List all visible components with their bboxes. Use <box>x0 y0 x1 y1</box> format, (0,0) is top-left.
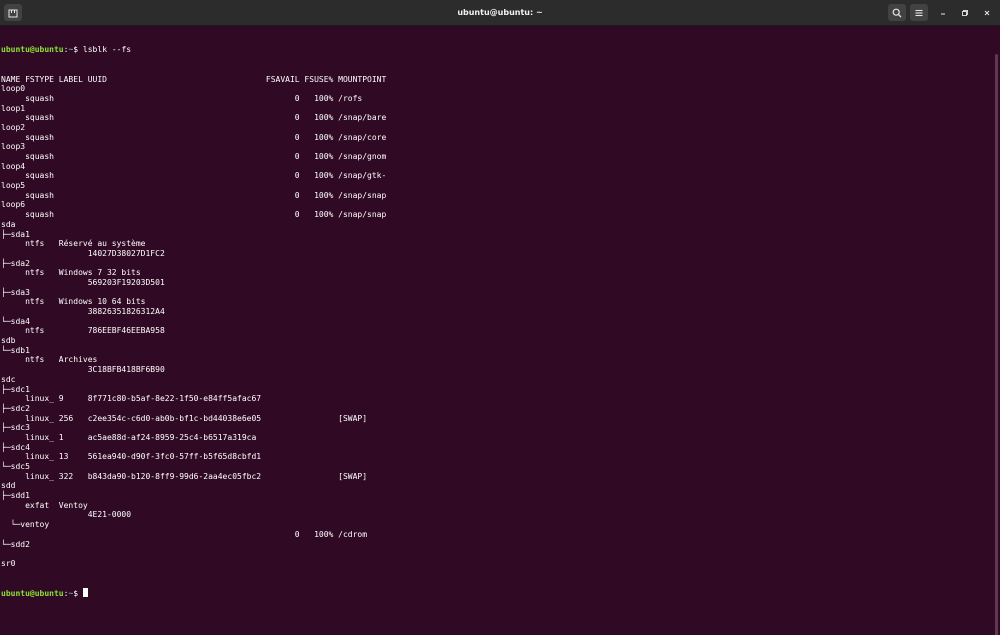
output-line: loop6 <box>1 200 26 210</box>
output-line: squash 0 100% /snap/bare <box>1 113 387 123</box>
output-line: ├─sdd1 <box>1 491 30 501</box>
output-line: squash 0 100% /snap/snap <box>1 190 387 200</box>
output-line: 38826351826312A4 <box>1 307 165 316</box>
output-line: squash 0 100% /snap/core <box>1 132 387 142</box>
output-line: └─sdb1 <box>1 345 30 355</box>
output-line: linux_ 1 ac5ae88d-af24-8959-25c4-b6517a3… <box>1 432 257 442</box>
close-button[interactable] <box>978 4 996 21</box>
output-line: squash 0 100% /rofs <box>1 93 363 103</box>
output-line: loop5 <box>1 181 26 191</box>
output-line: ├─sdc3 <box>1 423 30 433</box>
output-line: ntfs Windows 10 64 bits <box>1 297 146 307</box>
output-line: linux_ 9 8f771c80-b5af-8e22-1f50-e84ff5a… <box>1 394 262 404</box>
minimize-button[interactable] <box>934 4 952 21</box>
search-button[interactable] <box>888 4 906 21</box>
output-line: └─sdd2 <box>1 539 30 549</box>
output-line: sdd <box>1 481 16 491</box>
output-line: sdb <box>1 336 16 346</box>
output-line: sda <box>1 219 16 229</box>
hamburger-menu-icon <box>914 8 924 18</box>
prompt-symbol: $ <box>73 45 83 55</box>
output-line: sdc <box>1 374 16 384</box>
output-line: ntfs Windows 7 32 bits <box>1 268 141 278</box>
command-output: NAME FSTYPE LABEL UUID FSAVAIL FSUSE% MO… <box>0 75 992 569</box>
close-icon <box>982 8 992 18</box>
output-line: NAME FSTYPE LABEL UUID FSAVAIL FSUSE% MO… <box>1 74 387 84</box>
output-line: └─ventoy <box>1 520 50 530</box>
output-line: ntfs Réservé au système <box>1 239 146 249</box>
output-line: exfat Ventoy <box>1 500 88 510</box>
command-text: lsblk --fs <box>82 45 132 55</box>
output-line: ├─sda2 <box>1 258 30 268</box>
output-line: ntfs 786EEBF46EEBA958 <box>1 326 165 336</box>
text-cursor <box>82 587 88 597</box>
command-line: ubuntu@ubuntu:~$ lsblk --fs <box>0 45 992 55</box>
output-line: ntfs Archives <box>1 355 98 365</box>
search-icon <box>892 8 902 18</box>
output-line: squash 0 100% /snap/gnom <box>1 152 387 161</box>
prompt-user-host: ubuntu@ubuntu <box>1 588 64 598</box>
output-line: ├─sda1 <box>1 229 30 239</box>
scrollbar[interactable] <box>992 26 1000 635</box>
output-line: ├─sdc4 <box>1 442 30 452</box>
output-line: loop4 <box>1 161 26 171</box>
output-line: 14027D38027D1FC2 <box>1 248 165 258</box>
output-line: 4E21-0000 <box>1 510 132 520</box>
scrollbar-thumb[interactable] <box>995 54 998 635</box>
output-line: linux_ 322 b843da90-b120-8ff9-99d6-2aa4e… <box>1 471 368 481</box>
active-prompt-line[interactable]: ubuntu@ubuntu:~$ <box>0 587 992 598</box>
prompt-user-host: ubuntu@ubuntu <box>1 45 64 55</box>
output-line: ├─sdc2 <box>1 403 30 413</box>
output-line: sr0 <box>1 558 16 568</box>
output-line: 3C18BFB418BF6B90 <box>1 365 165 375</box>
output-line: loop2 <box>1 122 26 132</box>
title-bar: ubuntu@ubuntu: ~ <box>0 0 1000 26</box>
output-line: loop3 <box>1 142 26 152</box>
window-title: ubuntu@ubuntu: ~ <box>457 8 543 17</box>
menu-button[interactable] <box>910 4 928 21</box>
output-line: ├─sda3 <box>1 287 30 297</box>
terminal-window: ubuntu@ubuntu: ~ ubuntu@ubuntu:~$ lsblk … <box>0 0 1000 635</box>
output-line: └─sdc5 <box>1 462 30 471</box>
output-line: squash 0 100% /snap/gtk- <box>1 171 387 181</box>
output-line: squash 0 100% /snap/snap <box>1 210 387 220</box>
output-line: ├─sdc1 <box>1 384 30 394</box>
prompt-symbol: $ <box>73 588 83 598</box>
terminal-output[interactable]: ubuntu@ubuntu:~$ lsblk --fs NAME FSTYPE … <box>0 26 992 635</box>
maximize-button[interactable] <box>956 4 974 21</box>
output-line: linux_ 13 561ea940-d90f-3fc0-57ff-b5f65d… <box>1 452 262 462</box>
maximize-icon <box>960 8 970 18</box>
minimize-icon <box>938 8 948 18</box>
output-line: loop1 <box>1 103 26 113</box>
output-line: linux_ 256 c2ee354c-c6d0-ab0b-bf1c-bd440… <box>1 413 368 423</box>
output-line: └─sda4 <box>1 316 30 326</box>
output-line: 0 100% /cdrom <box>1 529 368 539</box>
output-line: loop0 <box>1 84 26 94</box>
output-line: 569203F19203D501 <box>1 277 165 287</box>
